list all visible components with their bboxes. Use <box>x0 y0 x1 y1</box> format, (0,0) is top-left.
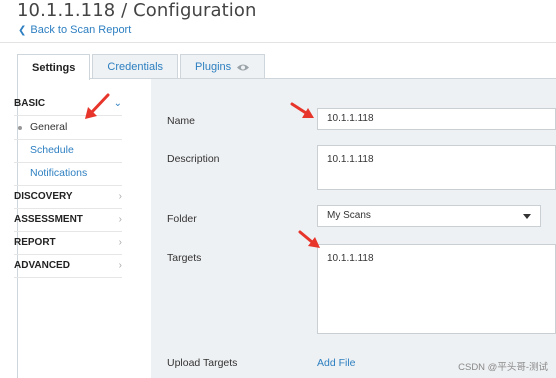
tab-credentials-label: Credentials <box>107 61 164 73</box>
sidebar-section-discovery[interactable]: DISCOVERY › <box>14 191 122 202</box>
sidebar-divider <box>14 277 122 278</box>
annotation-arrow-icon <box>290 102 314 118</box>
sidebar-section-advanced[interactable]: ADVANCED › <box>14 260 122 271</box>
folder-label: Folder <box>167 213 197 225</box>
eye-icon <box>237 64 250 70</box>
sidebar-item-general[interactable]: General <box>18 121 68 133</box>
current-dot-icon <box>18 126 22 130</box>
tab-plugins-label: Plugins <box>195 61 232 73</box>
sidebar-divider <box>14 162 122 163</box>
chevron-down-icon: ⌄ <box>113 98 122 109</box>
chevron-right-icon: › <box>118 191 122 202</box>
tab-settings-label: Settings <box>32 61 76 74</box>
sidebar-item-schedule[interactable]: Schedule <box>30 144 74 156</box>
sidebar-item-general-label: General <box>30 121 68 133</box>
sidebar-divider <box>14 254 122 255</box>
back-link-label: Back to Scan Report <box>30 24 132 36</box>
name-input[interactable]: 10.1.1.118 <box>317 108 556 130</box>
tab-bar: Settings Credentials Plugins <box>17 54 267 80</box>
annotation-arrow-icon <box>298 230 320 248</box>
add-file-link[interactable]: Add File <box>317 357 356 369</box>
targets-label: Targets <box>167 252 202 264</box>
chevron-right-icon: › <box>118 237 122 248</box>
chevron-right-icon: › <box>118 260 122 271</box>
sidebar-section-assessment-label: ASSESSMENT <box>14 214 83 225</box>
description-textarea[interactable]: 10.1.1.118 <box>317 145 556 190</box>
targets-textarea[interactable]: 10.1.1.118 <box>317 244 556 334</box>
annotation-arrow-icon <box>85 93 110 119</box>
tab-plugins[interactable]: Plugins <box>180 54 266 79</box>
folder-select-value: My Scans <box>327 210 371 221</box>
sidebar-section-basic-label: BASIC <box>14 98 46 109</box>
folder-select[interactable]: My Scans <box>317 205 541 227</box>
tab-credentials[interactable]: Credentials <box>92 54 179 79</box>
sidebar-divider <box>14 208 122 209</box>
sidebar-item-schedule-label: Schedule <box>30 144 74 156</box>
description-label: Description <box>167 153 220 165</box>
sidebar-section-report-label: REPORT <box>14 237 56 248</box>
upload-targets-label: Upload Targets <box>167 357 238 369</box>
sidebar-section-assessment[interactable]: ASSESSMENT › <box>14 214 122 225</box>
sidebar-section-advanced-label: ADVANCED <box>14 260 70 271</box>
chevron-right-icon: › <box>118 214 122 225</box>
sidebar-section-discovery-label: DISCOVERY <box>14 191 73 202</box>
sidebar-section-report[interactable]: REPORT › <box>14 237 122 248</box>
back-to-scan-report-link[interactable]: ❮ Back to Scan Report <box>18 24 131 36</box>
caret-down-icon <box>523 213 531 219</box>
sidebar-divider <box>14 231 122 232</box>
watermark: CSDN @平头哥-测试 <box>458 362 548 373</box>
chevron-left-icon: ❮ <box>18 24 27 36</box>
sidebar-divider <box>14 185 122 186</box>
page-title: 10.1.1.118 / Configuration <box>17 0 257 21</box>
sidebar-item-notifications[interactable]: Notifications <box>30 167 87 179</box>
header-divider <box>0 42 556 43</box>
tab-settings[interactable]: Settings <box>17 54 91 80</box>
sidebar-item-notifications-label: Notifications <box>30 167 88 179</box>
name-label: Name <box>167 115 196 127</box>
sidebar-divider <box>14 139 122 140</box>
